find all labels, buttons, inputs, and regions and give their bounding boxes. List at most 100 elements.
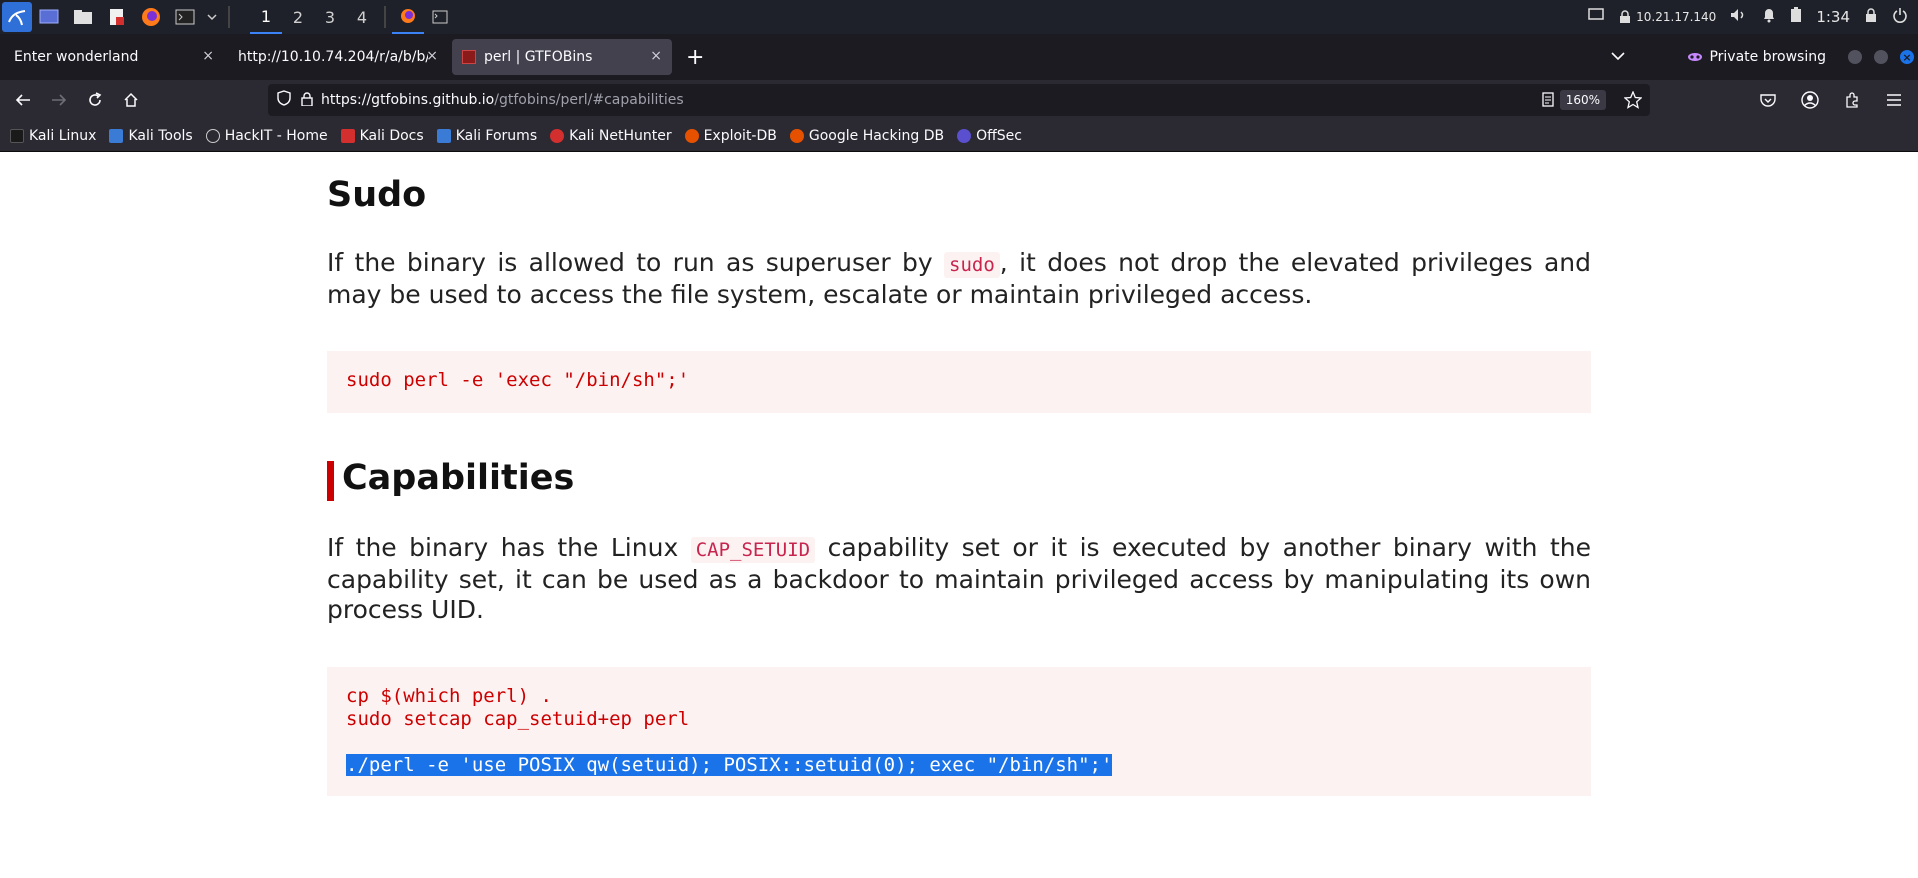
forward-button[interactable] xyxy=(41,84,77,116)
file-manager-icon[interactable] xyxy=(70,4,96,30)
kali-menu-icon[interactable] xyxy=(2,2,32,32)
workspace-4[interactable]: 4 xyxy=(346,0,378,34)
tracking-shield-icon[interactable] xyxy=(277,90,291,110)
tab-strip: Enter wonderland × http://10.10.74.204/r… xyxy=(0,34,1918,80)
taskbar-app-firefox[interactable] xyxy=(392,0,424,34)
lock-screen-icon[interactable] xyxy=(1864,7,1878,27)
firefox-icon[interactable] xyxy=(138,4,164,30)
sudo-code-block[interactable]: sudo perl -e 'exec "/bin/sh";' xyxy=(327,351,1591,413)
divider xyxy=(384,6,386,28)
bookmark-label: OffSec xyxy=(976,127,1022,144)
bookmark-hackit-home[interactable]: HackIT - Home xyxy=(205,127,328,144)
bookmark-exploit-db[interactable]: Exploit-DB xyxy=(684,128,777,144)
workspace-2[interactable]: 2 xyxy=(282,0,314,34)
inline-code-sudo: sudo xyxy=(944,252,1000,278)
bookmark-kali-tools[interactable]: Kali Tools xyxy=(109,127,193,144)
bookmark-kali-docs[interactable]: Kali Docs xyxy=(340,127,424,144)
exploit-db-icon xyxy=(684,128,699,143)
bookmark-kali-nethunter[interactable]: Kali NetHunter xyxy=(550,127,672,144)
heading-accent-bar xyxy=(327,461,334,501)
bookmark-label: HackIT - Home xyxy=(224,127,328,144)
notification-bell-icon[interactable] xyxy=(1762,7,1776,27)
close-window-button[interactable]: × xyxy=(1900,50,1914,64)
battery-icon[interactable] xyxy=(1790,7,1802,27)
selected-code-line[interactable]: ./perl -e 'use POSIX qw(setuid); POSIX::… xyxy=(346,754,1113,776)
close-icon[interactable]: × xyxy=(650,48,662,64)
power-icon[interactable] xyxy=(1892,7,1908,27)
bookmark-label: Kali Linux xyxy=(29,127,97,144)
reload-button[interactable] xyxy=(77,84,113,116)
maximize-button[interactable] xyxy=(1874,50,1888,64)
minimize-button[interactable] xyxy=(1848,50,1862,64)
tab-title: Enter wonderland xyxy=(14,49,139,65)
tab-gtfobins-perl[interactable]: perl | GTFOBins × xyxy=(452,39,672,75)
new-tab-button[interactable]: + xyxy=(686,45,704,70)
code-line: sudo setcap cap_setuid+ep perl xyxy=(346,708,690,730)
google-hacking-db-icon xyxy=(789,128,804,143)
bookmark-kali-linux[interactable]: Kali Linux xyxy=(10,128,96,144)
divider xyxy=(228,6,230,28)
account-icon[interactable] xyxy=(1792,84,1828,116)
lock-network-icon xyxy=(1620,10,1631,23)
display-icon[interactable] xyxy=(1588,8,1604,26)
pocket-icon[interactable] xyxy=(1750,84,1786,116)
taskbar-app-terminal[interactable] xyxy=(424,0,456,34)
sudo-description: If the binary is allowed to run as super… xyxy=(327,248,1591,310)
reader-view-icon[interactable] xyxy=(1542,92,1554,111)
kali-nethunter-icon xyxy=(550,128,565,143)
tab-title: perl | GTFOBins xyxy=(484,49,593,65)
capabilities-code-block[interactable]: cp $(which perl) . sudo setcap cap_setuid… xyxy=(327,667,1591,796)
tab-enter-wonderland[interactable]: Enter wonderland × xyxy=(4,39,224,75)
kali-tools-icon xyxy=(109,128,124,143)
page-content: Sudo If the binary is allowed to run as … xyxy=(0,152,1918,878)
bookmark-label: Kali Docs xyxy=(359,127,424,144)
close-icon[interactable]: × xyxy=(202,48,214,64)
chevron-down-icon[interactable] xyxy=(206,4,218,30)
back-button[interactable] xyxy=(5,84,41,116)
kali-forums-icon xyxy=(436,128,451,143)
code-line: cp $(which perl) . xyxy=(346,685,552,707)
url-text[interactable]: https://gtfobins.github.io/gtfobins/perl… xyxy=(321,92,684,108)
code-line: sudo perl -e 'exec "/bin/sh";' xyxy=(346,369,690,391)
bookmark-google-hacking-db[interactable]: Google Hacking DB xyxy=(789,127,945,144)
globe-icon xyxy=(205,128,220,143)
bookmark-offsec[interactable]: OffSec xyxy=(957,128,1022,144)
private-browsing-indicator: Private browsing xyxy=(1687,49,1826,65)
bookmark-label: Kali NetHunter xyxy=(569,127,672,144)
url-path: /gtfobins/perl/#capabilities xyxy=(494,92,684,108)
extensions-icon[interactable] xyxy=(1834,84,1870,116)
terminal-icon[interactable] xyxy=(172,4,198,30)
workspace-3[interactable]: 3 xyxy=(314,0,346,34)
bookmark-label: Kali Tools xyxy=(128,127,193,144)
site-lock-icon[interactable] xyxy=(301,91,313,110)
private-mask-icon xyxy=(1688,53,1703,61)
desktop-icon[interactable] xyxy=(36,4,62,30)
workspace-1[interactable]: 1 xyxy=(250,0,282,34)
inline-code-cap-setuid: CAP_SETUID xyxy=(690,537,816,563)
capabilities-heading: Capabilities xyxy=(342,458,575,498)
text: If the binary is allowed to run as super… xyxy=(327,248,945,277)
bookmarks-toolbar: Kali Linux Kali Tools HackIT - Home Kali… xyxy=(0,120,1918,152)
close-icon[interactable]: × xyxy=(426,48,438,64)
tab-url[interactable]: http://10.10.74.204/r/a/b/b/i/ × xyxy=(228,39,448,75)
text-editor-icon[interactable] xyxy=(104,4,130,30)
ip-address: 10.21.17.140 xyxy=(1636,10,1717,24)
system-taskbar: 1 2 3 4 10.21.17.140 1:34 xyxy=(0,0,1918,34)
sudo-heading: Sudo xyxy=(327,175,427,215)
text: If the binary has the Linux xyxy=(327,533,691,562)
bookmark-star-icon[interactable] xyxy=(1623,90,1643,113)
bookmark-label: Google Hacking DB xyxy=(808,127,945,144)
tab-title: http://10.10.74.204/r/a/b/b/i/ xyxy=(238,49,428,65)
home-button[interactable] xyxy=(113,84,149,116)
zoom-level-button[interactable]: 160% xyxy=(1559,90,1606,110)
menu-icon[interactable] xyxy=(1876,84,1912,116)
list-all-tabs-icon[interactable] xyxy=(1611,49,1626,65)
clock[interactable]: 1:34 xyxy=(1816,8,1850,26)
offsec-icon xyxy=(957,128,972,143)
volume-icon[interactable] xyxy=(1730,8,1748,26)
kali-docs-icon xyxy=(340,128,355,143)
bookmark-label: Kali Forums xyxy=(455,127,538,144)
network-indicator[interactable]: 10.21.17.140 xyxy=(1618,10,1716,24)
bookmark-kali-forums[interactable]: Kali Forums xyxy=(436,127,538,144)
url-bar[interactable]: https://gtfobins.github.io/gtfobins/perl… xyxy=(268,84,1650,116)
